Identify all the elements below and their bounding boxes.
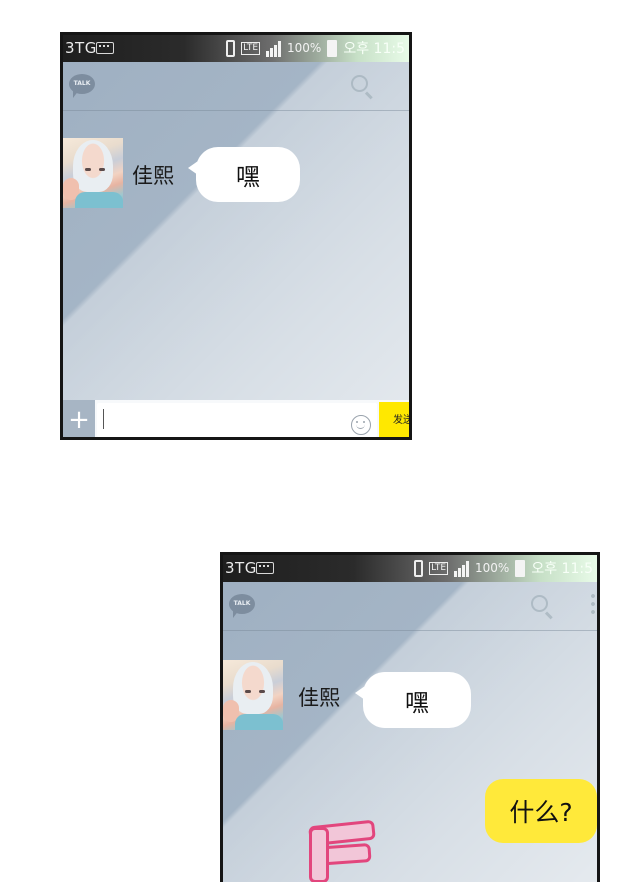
emoji-icon[interactable] bbox=[351, 415, 371, 435]
message-bubble[interactable]: 嘿 bbox=[188, 147, 300, 202]
signal-icon bbox=[266, 40, 282, 57]
battery-percent: 100% bbox=[287, 41, 322, 55]
message-input-bar: + 发送 bbox=[63, 400, 409, 437]
sender-name: 佳熙 bbox=[298, 686, 340, 710]
status-clock: 오후 11:5 bbox=[343, 41, 405, 57]
chat-header: TALK bbox=[223, 582, 597, 631]
chat-screen-panel-2: 3TG LTE 100% 오후 11:5 TALK 佳熙 嘿 什么? bbox=[220, 552, 600, 882]
talk-app-icon[interactable]: TALK bbox=[229, 594, 255, 618]
more-icon[interactable] bbox=[591, 592, 595, 614]
search-icon[interactable] bbox=[351, 75, 368, 92]
avatar[interactable] bbox=[63, 138, 123, 208]
keyboard-icon bbox=[96, 42, 114, 54]
text-cursor bbox=[103, 409, 104, 429]
status-clock: 오후 11:5 bbox=[531, 561, 593, 577]
keyboard-icon bbox=[256, 562, 274, 574]
vibrate-icon bbox=[414, 559, 424, 577]
signal-icon bbox=[454, 560, 470, 577]
carrier-label: 3TG bbox=[65, 39, 97, 57]
battery-percent: 100% bbox=[475, 561, 510, 575]
message-input[interactable] bbox=[97, 403, 377, 437]
status-bar: 3TG LTE 100% 오후 11:5 bbox=[223, 555, 597, 582]
lte-icon: LTE bbox=[241, 41, 261, 55]
lte-icon: LTE bbox=[429, 561, 449, 575]
avatar[interactable] bbox=[223, 660, 283, 730]
chat-header: TALK bbox=[63, 62, 409, 111]
add-attachment-button[interactable]: + bbox=[63, 400, 95, 437]
carrier-label: 3TG bbox=[225, 559, 257, 577]
status-icons: LTE 100% 오후 11:5 bbox=[414, 558, 593, 578]
message-bubble[interactable]: 嘿 bbox=[355, 672, 471, 728]
sound-effect-graphic bbox=[308, 819, 383, 882]
talk-app-icon[interactable]: TALK bbox=[69, 74, 95, 98]
my-message-bubble[interactable]: 什么? bbox=[485, 779, 597, 843]
send-button[interactable]: 发送 bbox=[379, 402, 409, 437]
status-bar: 3TG LTE 100% 오후 11:5 bbox=[63, 35, 409, 62]
battery-icon bbox=[327, 39, 338, 57]
vibrate-icon bbox=[226, 39, 236, 57]
battery-icon bbox=[515, 559, 526, 577]
chat-screen-panel-1: 3TG LTE 100% 오후 11:5 TALK 佳熙 嘿 + 发送 bbox=[60, 32, 412, 440]
sender-name: 佳熙 bbox=[132, 164, 174, 188]
search-icon[interactable] bbox=[531, 595, 548, 612]
status-icons: LTE 100% 오후 11:5 bbox=[226, 38, 405, 58]
